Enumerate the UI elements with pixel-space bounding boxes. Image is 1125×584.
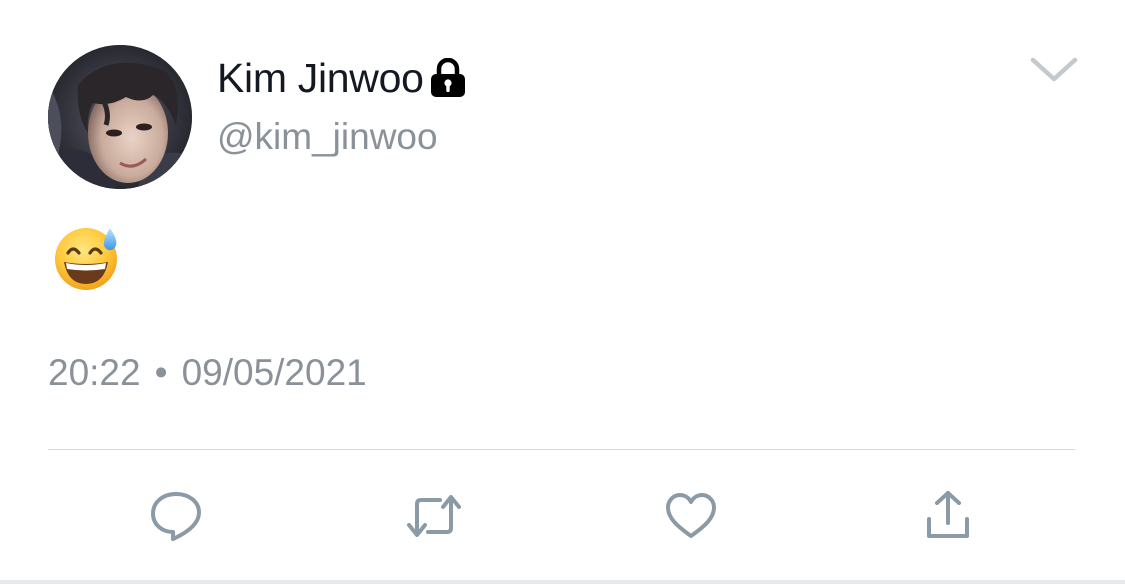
tweet-bottom-border [0, 580, 1125, 584]
display-name[interactable]: Kim Jinwoo [217, 55, 424, 102]
avatar[interactable] [48, 45, 192, 189]
tweet-text [52, 222, 122, 292]
tweet-time: 20:22 [48, 352, 141, 393]
retweet-button[interactable] [406, 488, 462, 544]
divider [48, 449, 1075, 450]
user-handle[interactable]: @kim_jinwoo [217, 116, 438, 158]
lock-icon [430, 57, 466, 98]
like-icon [666, 493, 716, 538]
timestamp: 20:22 • 09/05/2021 [48, 352, 367, 394]
author-name-row: Kim Jinwoo [217, 52, 466, 104]
grinning-sweat-emoji [55, 228, 117, 290]
tweet-date: 09/05/2021 [181, 352, 367, 393]
chevron-down-icon[interactable] [1030, 56, 1078, 84]
avatar-photo [48, 45, 192, 189]
retweet-icon [407, 495, 461, 537]
reply-button[interactable] [148, 488, 204, 544]
timestamp-separator: • [154, 352, 168, 393]
like-button[interactable] [663, 488, 719, 544]
reply-icon [151, 492, 201, 541]
share-button[interactable] [920, 488, 976, 544]
share-icon [927, 491, 969, 538]
